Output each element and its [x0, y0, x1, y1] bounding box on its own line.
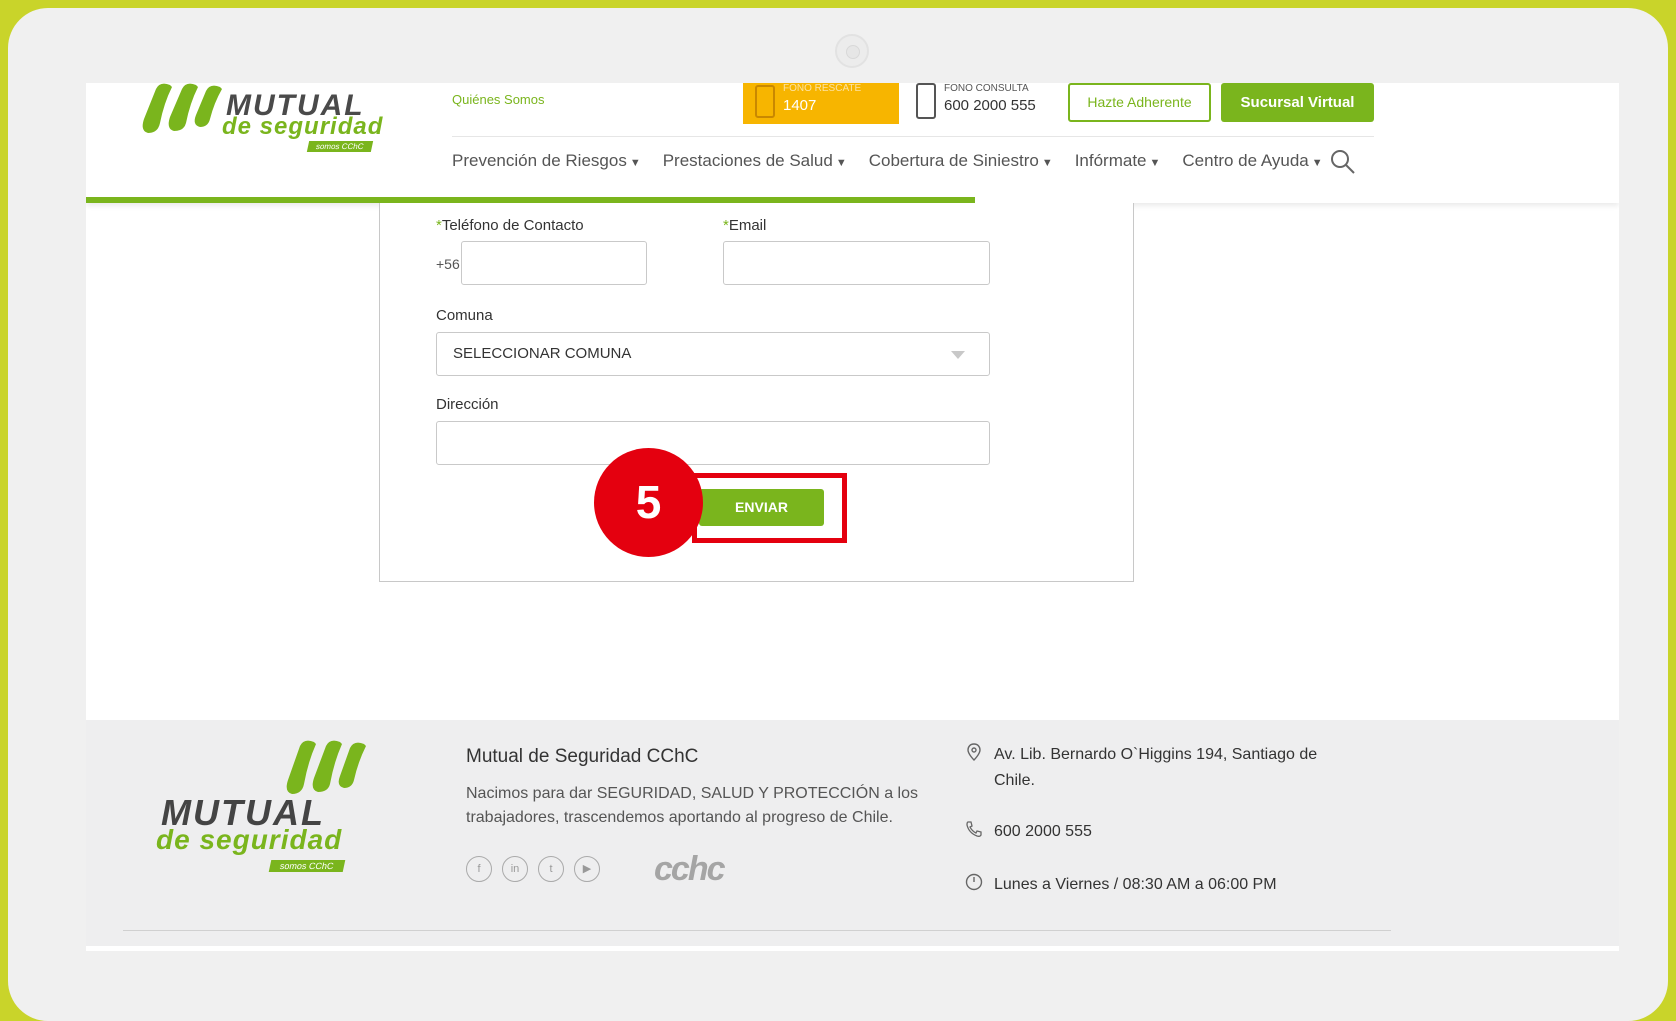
- camera-icon: [835, 34, 869, 68]
- sucursal-virtual-button[interactable]: Sucursal Virtual: [1221, 83, 1374, 122]
- nav-item-prestaciones[interactable]: Prestaciones de Salud ▼: [663, 151, 847, 171]
- nav-item-prevencion[interactable]: Prevención de Riesgos ▼: [452, 151, 641, 171]
- hazte-adherente-button[interactable]: Hazte Adherente: [1068, 83, 1211, 122]
- browser-viewport: MUTUAL de seguridad somos CChC Quiénes S…: [86, 83, 1619, 951]
- fono-rescate[interactable]: FONO RESCATE 1407: [743, 83, 899, 124]
- mutual-logo-mark-icon[interactable]: [138, 83, 228, 135]
- tablet-frame: MUTUAL de seguridad somos CChC Quiénes S…: [8, 8, 1668, 1021]
- phone-prefix: +56: [436, 256, 460, 272]
- direccion-label: Dirección: [436, 396, 499, 413]
- caret-down-icon: ▼: [1041, 157, 1053, 169]
- caret-down-icon: ▼: [1311, 157, 1323, 169]
- mobile-phone-icon: [916, 83, 936, 119]
- search-icon[interactable]: [1329, 148, 1357, 176]
- caret-down-icon: ▼: [1149, 157, 1161, 169]
- caret-down-icon: ▼: [629, 157, 641, 169]
- header-divider: [452, 136, 1374, 137]
- nav-item-informate[interactable]: Infórmate ▼: [1075, 151, 1161, 171]
- quienes-somos-link[interactable]: Quiénes Somos: [452, 92, 545, 107]
- step-highlight-box: [692, 473, 847, 543]
- phone-label: *Teléfono de Contacto: [436, 217, 584, 234]
- fono-rescate-label: FONO RESCATE: [783, 83, 862, 94]
- direccion-input[interactable]: [436, 421, 990, 465]
- comuna-select[interactable]: SELECCIONAR COMUNA: [436, 332, 990, 376]
- email-input[interactable]: [723, 241, 990, 285]
- caret-down-icon: ▼: [835, 157, 847, 169]
- dropdown-arrow-icon: [951, 351, 965, 359]
- email-label: *Email: [723, 217, 767, 234]
- main-nav: Prevención de Riesgos ▼ Prestaciones de S…: [452, 151, 1323, 171]
- brand-tagline: de seguridad: [222, 113, 384, 140]
- phone-input[interactable]: [461, 241, 647, 285]
- brand-badge: somos CChC: [306, 141, 373, 152]
- mobile-phone-icon: [755, 85, 775, 118]
- fono-consulta-number: 600 2000 555: [944, 97, 1036, 114]
- site-header: MUTUAL de seguridad somos CChC Quiénes S…: [86, 83, 1619, 203]
- comuna-label: Comuna: [436, 307, 493, 324]
- step-number-badge: 5: [594, 448, 703, 557]
- comuna-selected-value: SELECCIONAR COMUNA: [453, 345, 632, 362]
- fono-rescate-number: 1407: [783, 97, 817, 114]
- nav-item-cobertura[interactable]: Cobertura de Siniestro ▼: [869, 151, 1053, 171]
- fono-consulta-label: FONO CONSULTA: [944, 83, 1029, 94]
- nav-item-centro-ayuda[interactable]: Centro de Ayuda ▼: [1182, 151, 1322, 171]
